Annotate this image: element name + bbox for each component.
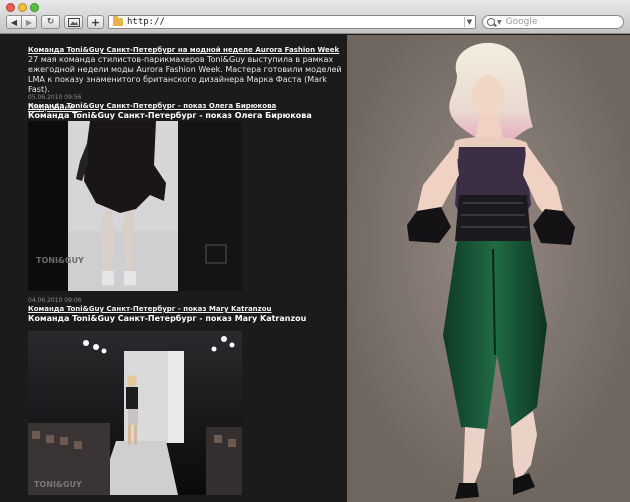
search-field[interactable]: ▼ Google (482, 15, 624, 29)
chevron-down-icon[interactable]: ▼ (464, 17, 474, 27)
snapshot-icon (67, 17, 80, 27)
reload-icon: ↻ (46, 17, 55, 27)
reload-button[interactable]: ↻ (41, 15, 60, 29)
address-input[interactable]: http:// (127, 17, 165, 27)
forward-button[interactable]: ▶ (21, 15, 37, 29)
post-date: 05.06.2010 09:56 (28, 94, 82, 101)
post-date: 04.06.2010 09:06 (28, 297, 82, 304)
news-column: Команда Toni&Guy Санкт-Петербург на модн… (28, 35, 346, 502)
chevron-down-icon[interactable]: ▼ (497, 19, 502, 26)
post-title: Команда Toni&Guy Санкт-Петербург - показ… (28, 111, 312, 120)
browser-toolbar: ◀ ▶ ↻ + http:// ▼ ▼ Google (0, 0, 630, 34)
post-link[interactable]: Команда Toni&Guy Санкт-Петербург на модн… (28, 46, 346, 55)
search-input[interactable]: Google (506, 17, 538, 27)
news-post: 05.06.2010 09:56 Команда Toni&Guy Санкт-… (28, 94, 346, 121)
folder-icon (113, 16, 123, 26)
video-logo: TONI&GUY (34, 480, 82, 489)
web-page: Команда Toni&Guy Санкт-Петербург на модн… (0, 35, 630, 502)
minimize-window-button[interactable] (18, 3, 27, 12)
add-bookmark-button[interactable]: + (87, 15, 104, 29)
left-arrow-icon: ◀ (10, 17, 18, 27)
post-excerpt: 27 мая команда стилистов-парикмахеров To… (28, 55, 342, 94)
news-post: 04.06.2010 09:06 Команда Toni&Guy Санкт-… (28, 297, 346, 324)
post-title: Команда Toni&Guy Санкт-Петербург - показ… (28, 314, 307, 323)
browser-window: ◀ ▶ ↻ + http:// ▼ ▼ Google Команда Toni&… (0, 0, 630, 502)
right-arrow-icon: ▶ (25, 17, 33, 27)
snapshot-button[interactable] (64, 15, 83, 29)
back-button[interactable]: ◀ (6, 15, 22, 29)
fashion-model-image (347, 35, 630, 502)
video-logo: TONI&GUY (36, 256, 84, 265)
video-thumbnail[interactable]: TONI&GUY (28, 331, 242, 495)
address-bar[interactable]: http:// ▼ (108, 15, 476, 29)
search-icon (487, 17, 496, 27)
plus-icon: + (90, 15, 101, 29)
zoom-window-button[interactable] (30, 3, 39, 12)
post-link[interactable]: Команда Toni&Guy Санкт-Петербург - показ… (28, 102, 346, 111)
post-link[interactable]: Команда Toni&Guy Санкт-Петербург - показ… (28, 305, 346, 314)
close-window-button[interactable] (6, 3, 15, 12)
video-thumbnail[interactable]: TONI&GUY (28, 121, 242, 291)
